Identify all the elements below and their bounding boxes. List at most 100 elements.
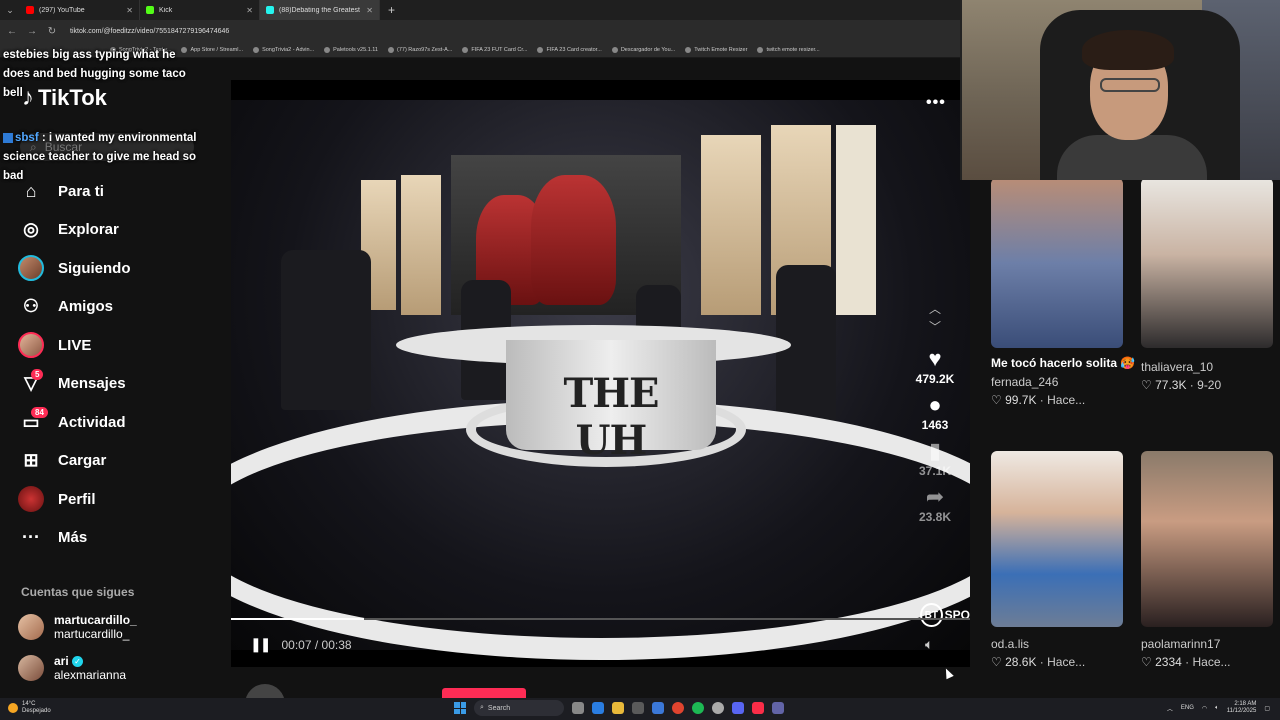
recommended-video-card[interactable]: thaliavera_10 ♡ 77.3K · 9-20 bbox=[1141, 178, 1280, 394]
comment-button[interactable]: ● 1463 bbox=[912, 392, 958, 432]
video-time: Hace... bbox=[1047, 393, 1086, 407]
bookmark[interactable]: twitch emote resizer... bbox=[757, 46, 820, 53]
video-user: fernada_246 bbox=[991, 375, 1059, 389]
obs-icon[interactable] bbox=[712, 702, 724, 714]
notification-icon[interactable]: ▢ bbox=[1264, 705, 1270, 712]
task-view-icon[interactable] bbox=[572, 702, 584, 714]
account-name: ari bbox=[54, 654, 69, 668]
webcam-overlay bbox=[960, 0, 1280, 180]
volume-icon[interactable]: 🔈︎ bbox=[925, 636, 933, 653]
system-tray: ︿ ENG ◠ 🔈︎ 2:18 AM 11/12/2025 ▢ bbox=[1167, 701, 1270, 715]
sidebar-item-explorar[interactable]: ◎ Explorar bbox=[18, 211, 218, 250]
bt-sport-watermark: BT SPO bbox=[920, 602, 970, 628]
previous-video-chevron-icon[interactable]: ︿ bbox=[912, 300, 958, 318]
forward-icon[interactable]: → bbox=[26, 26, 38, 37]
edge-icon[interactable] bbox=[592, 702, 604, 714]
sidebar-item-mensajes[interactable]: ▽ 5 Mensajes bbox=[18, 365, 218, 404]
sidebar-item-live[interactable]: LIVE bbox=[18, 326, 218, 365]
video-caption: Me tocó hacerlo solita 🥵 bbox=[991, 356, 1136, 370]
sidebar-item-actividad[interactable]: ▭ 84 Actividad bbox=[18, 403, 218, 442]
video-user: od.a.lis bbox=[991, 637, 1030, 651]
chat-username: sbsf bbox=[15, 132, 39, 144]
share-count: 23.8K bbox=[918, 510, 952, 524]
activity-badge: 84 bbox=[31, 407, 48, 419]
lang-indicator[interactable]: ENG bbox=[1181, 705, 1194, 711]
close-tab-icon[interactable]: ✕ bbox=[366, 6, 373, 15]
sidebar-item-mas[interactable]: ··· Más bbox=[18, 519, 218, 558]
music-icon[interactable] bbox=[752, 702, 764, 714]
kick-icon bbox=[146, 6, 154, 14]
sidebar-item-cargar[interactable]: ⊞ Cargar bbox=[18, 442, 218, 481]
following-account[interactable]: ari ✓ alexmarianna bbox=[18, 654, 126, 682]
sidebar-item-amigos[interactable]: ⚇ Amigos bbox=[18, 288, 218, 327]
tab-title: (88)Debating the Greatest bbox=[279, 6, 360, 14]
bookmark[interactable]: SongTrivia2 - Advin... bbox=[253, 46, 314, 53]
discord-icon[interactable] bbox=[732, 702, 744, 714]
chat-message: estebies big ass typing what he does and… bbox=[3, 49, 186, 99]
more-options-icon[interactable]: ••• bbox=[926, 94, 946, 112]
bookmark[interactable]: FIFA 23 Card creator... bbox=[537, 46, 602, 53]
tab-tiktok[interactable]: (88)Debating the Greatest ✕ bbox=[260, 0, 380, 20]
recommended-video-card[interactable]: Me tocó hacerlo solita 🥵 fernada_246 ♡ 9… bbox=[991, 178, 1141, 409]
weather-widget[interactable]: 14°C Despejado bbox=[8, 701, 51, 715]
taskbar: 14°C Despejado ⌕ Search ︿ ENG ◠ 🔈︎ 2:18 AM… bbox=[0, 698, 1280, 720]
file-explorer-icon[interactable] bbox=[612, 702, 624, 714]
url-field[interactable]: tiktok.com/@foeditzz/video/7551847279196… bbox=[66, 28, 229, 35]
store-icon[interactable] bbox=[632, 702, 644, 714]
tab-youtube[interactable]: (297) YouTube ✕ bbox=[20, 0, 140, 20]
share-button[interactable]: ➦ 23.8K bbox=[912, 484, 958, 524]
bookmark[interactable]: (77) Razo97s Zest-A... bbox=[388, 46, 452, 53]
following-header: Cuentas que sigues bbox=[21, 585, 135, 599]
like-button[interactable]: ♥ 479.2K bbox=[912, 346, 958, 386]
tab-list-chevron-icon[interactable]: ⌄ bbox=[0, 5, 20, 16]
video-actions: ︿ ﹀ ♥ 479.2K ● 1463 ▮ 37.1K ➦ 23.8K bbox=[912, 300, 958, 530]
recommended-video-card[interactable]: od.a.lis ♡ 28.6K · Hace... bbox=[991, 451, 1141, 671]
bookmark[interactable]: Paletools v25.1.11 bbox=[324, 46, 378, 53]
total-time: 00:38 bbox=[321, 637, 352, 652]
following-account[interactable]: martucardillo_ martucardillo_ bbox=[18, 613, 137, 641]
weather-text: Despejado bbox=[22, 708, 51, 714]
mail-icon[interactable] bbox=[652, 702, 664, 714]
bt-logo-icon: BT bbox=[920, 603, 943, 627]
wifi-icon[interactable]: ◠ bbox=[1202, 705, 1207, 712]
heart-icon: ♡ bbox=[1141, 655, 1152, 669]
recommended-video-card[interactable]: paolamarinn17 ♡ 2334 · Hace... bbox=[1141, 451, 1280, 671]
spotify-icon[interactable] bbox=[692, 702, 704, 714]
comment-icon: ● bbox=[928, 392, 942, 417]
teams-icon[interactable] bbox=[772, 702, 784, 714]
next-video-chevron-icon[interactable]: ﹀ bbox=[912, 318, 958, 336]
youtube-icon bbox=[26, 6, 34, 14]
taskbar-search[interactable]: ⌕ Search bbox=[474, 700, 564, 716]
upload-icon: ⊞ bbox=[23, 450, 39, 471]
save-button[interactable]: ▮ 37.1K bbox=[912, 438, 958, 478]
bookmark[interactable]: Descargador de You... bbox=[611, 46, 675, 53]
account-handle: alexmarianna bbox=[54, 668, 127, 682]
bookmark-icon: ▮ bbox=[928, 438, 942, 463]
sidebar-item-siguiendo[interactable]: Siguiendo bbox=[18, 249, 218, 288]
video-user: paolamarinn17 bbox=[1141, 637, 1221, 651]
bookmark[interactable]: Twitch Emote Resizer bbox=[685, 46, 747, 53]
bookmark[interactable]: FIFA 23 FUT Card Cr... bbox=[462, 46, 527, 53]
sidebar-item-perfil[interactable]: Perfil bbox=[18, 480, 218, 519]
back-icon[interactable]: ← bbox=[6, 26, 18, 37]
clock[interactable]: 2:18 AM 11/12/2025 bbox=[1227, 701, 1257, 715]
close-tab-icon[interactable]: ✕ bbox=[126, 6, 133, 15]
comment-count: 1463 bbox=[921, 418, 949, 432]
screen: ⌄ (297) YouTube ✕ Kick ✕ (88)Debating th… bbox=[0, 0, 1280, 720]
reload-icon[interactable]: ↻ bbox=[46, 26, 58, 37]
search-icon: ⌕ bbox=[480, 704, 484, 711]
video-progress-bar[interactable] bbox=[231, 618, 970, 620]
windows-start-icon[interactable] bbox=[454, 702, 466, 714]
tiktok-icon bbox=[266, 6, 274, 14]
pause-button[interactable]: ❚❚ bbox=[250, 636, 272, 653]
close-tab-icon[interactable]: ✕ bbox=[246, 6, 253, 15]
video-player[interactable]: THE UH bbox=[231, 80, 970, 667]
avatar bbox=[18, 614, 44, 640]
speaker-icon[interactable]: 🔈︎ bbox=[1215, 705, 1219, 712]
new-tab-button[interactable]: + bbox=[380, 3, 403, 17]
heart-icon: ♡ bbox=[1141, 378, 1152, 392]
chrome-icon[interactable] bbox=[672, 702, 684, 714]
tab-kick[interactable]: Kick ✕ bbox=[140, 0, 260, 20]
video-thumbnail bbox=[991, 451, 1123, 627]
tray-overflow-icon[interactable]: ︿ bbox=[1167, 704, 1173, 713]
